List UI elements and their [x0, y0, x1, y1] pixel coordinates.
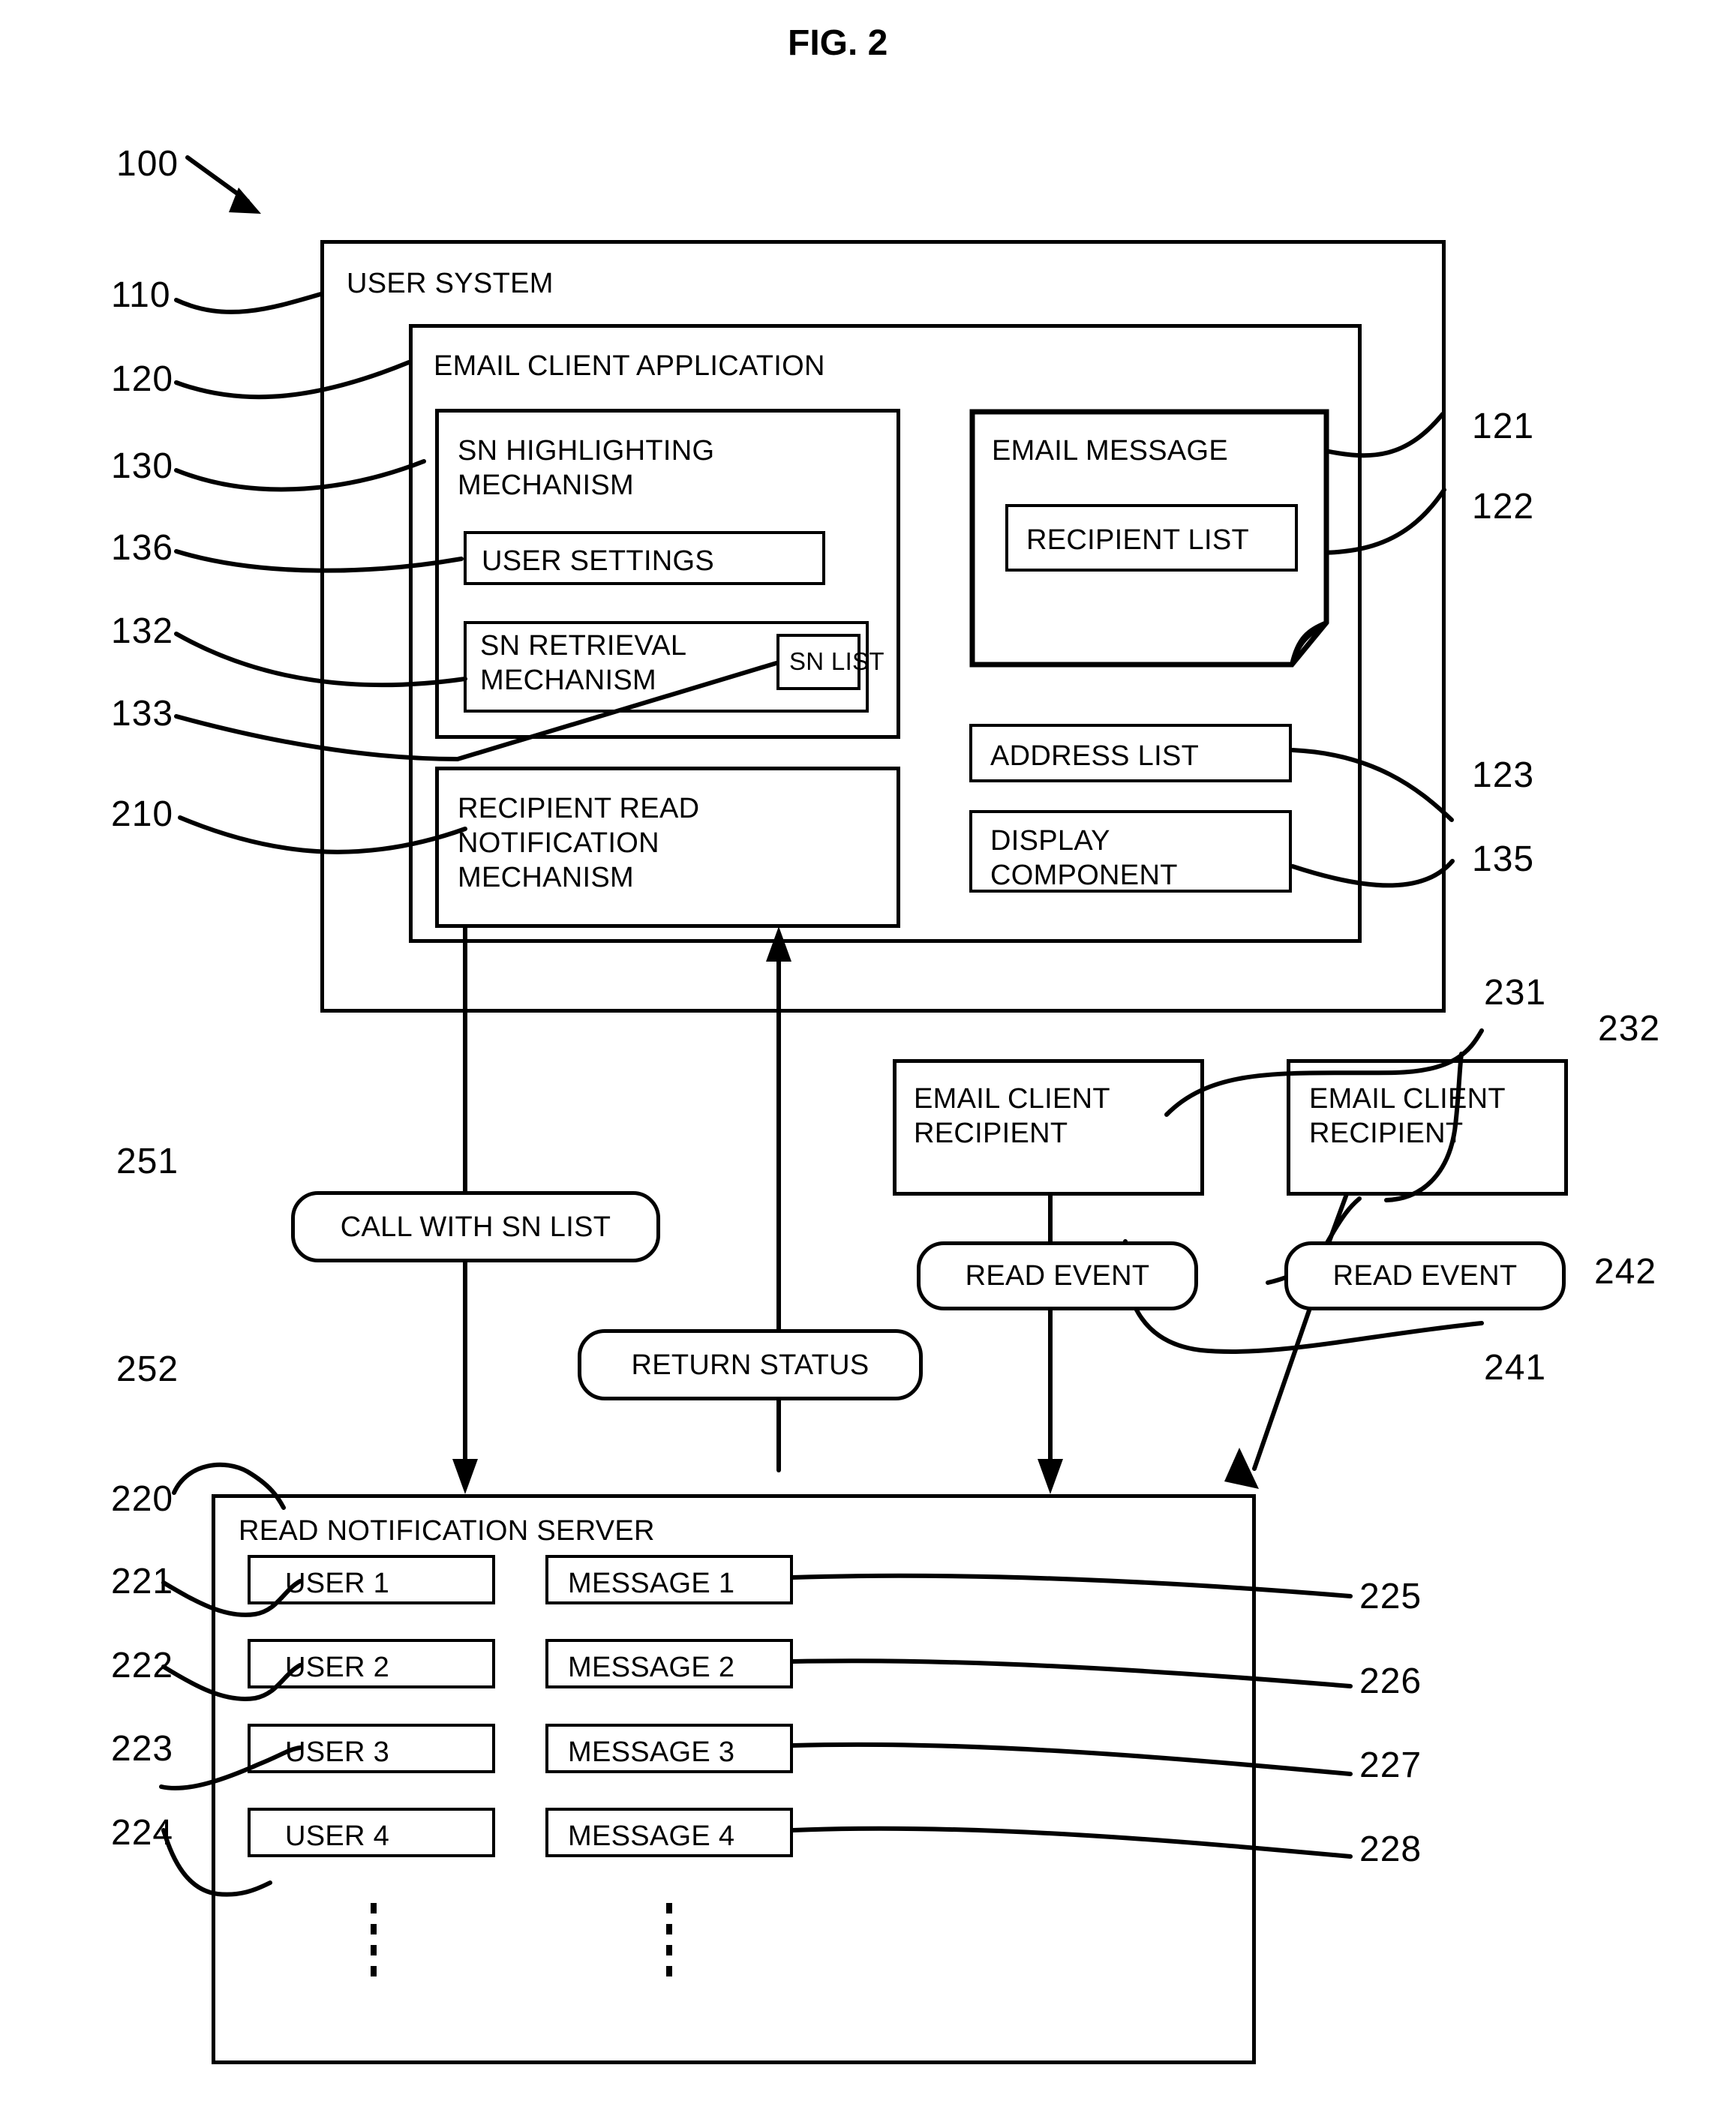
- ref-number-223: 223: [111, 1729, 174, 1769]
- ref-number-123: 123: [1472, 755, 1535, 795]
- email-client-recipient-1-label: EMAIL CLIENT RECIPIENT: [914, 1083, 1110, 1149]
- message-1-label: MESSAGE 1: [568, 1568, 735, 1599]
- email-client-recipient-2-label: EMAIL CLIENT RECIPIENT: [1309, 1083, 1506, 1149]
- read-event-1-box: READ EVENT: [917, 1241, 1198, 1310]
- ref-number-228: 228: [1359, 1829, 1422, 1869]
- read-event-2-box: READ EVENT: [1284, 1241, 1566, 1310]
- ref-number-231: 231: [1484, 973, 1547, 1013]
- ref-number-252: 252: [116, 1349, 179, 1389]
- return-status-label: RETURN STATUS: [631, 1349, 870, 1381]
- call-with-sn-list-box: CALL WITH SN LIST: [291, 1191, 660, 1262]
- ref-number-122: 122: [1472, 487, 1535, 527]
- ref-number-120: 120: [111, 359, 174, 399]
- ref-number-210: 210: [111, 794, 174, 834]
- ref-number-232: 232: [1598, 1009, 1661, 1049]
- read-notification-server-label: READ NOTIFICATION SERVER: [239, 1515, 655, 1547]
- sn-list-label: SN LIST: [789, 647, 885, 675]
- ref-number-121: 121: [1472, 407, 1535, 446]
- display-component-label: DISPLAY COMPONENT: [990, 825, 1178, 891]
- recipient-read-notification-mechanism-label: RECIPIENT READ NOTIFICATION MECHANISM: [458, 793, 700, 893]
- user-system-label: USER SYSTEM: [347, 268, 554, 299]
- email-client-application-label: EMAIL CLIENT APPLICATION: [434, 350, 825, 382]
- patent-figure-page: FIG. 2 100 110 120 130 136 132 133 210 2…: [0, 0, 1736, 2122]
- message-2-label: MESSAGE 2: [568, 1652, 735, 1683]
- read-event-1-label: READ EVENT: [965, 1260, 1150, 1292]
- sn-retrieval-mechanism-label: SN RETRIEVAL MECHANISM: [480, 630, 687, 696]
- address-list-label: ADDRESS LIST: [990, 740, 1200, 772]
- message-4-label: MESSAGE 4: [568, 1820, 735, 1852]
- user-2-label: USER 2: [285, 1652, 390, 1683]
- recipient-list-label: RECIPIENT LIST: [1026, 524, 1250, 556]
- ref-number-130: 130: [111, 446, 174, 486]
- call-with-sn-list-label: CALL WITH SN LIST: [340, 1211, 611, 1243]
- ref-number-227: 227: [1359, 1745, 1422, 1785]
- ref-number-133: 133: [111, 694, 174, 734]
- users-continuation-marker: [371, 1903, 377, 1987]
- user-settings-label: USER SETTINGS: [482, 545, 715, 577]
- ref-number-220: 220: [111, 1479, 174, 1519]
- user-3-label: USER 3: [285, 1736, 390, 1768]
- sn-highlighting-mechanism-label: SN HIGHLIGHTING MECHANISM: [458, 435, 715, 501]
- user-1-label: USER 1: [285, 1568, 390, 1599]
- ref-number-110: 110: [111, 275, 171, 315]
- ref-number-224: 224: [111, 1813, 174, 1853]
- ref-number-225: 225: [1359, 1577, 1422, 1616]
- ref-number-222: 222: [111, 1646, 174, 1685]
- ref-number-226: 226: [1359, 1661, 1422, 1701]
- email-message-label: EMAIL MESSAGE: [992, 435, 1229, 467]
- ref-number-136: 136: [111, 528, 174, 568]
- ref-number-251: 251: [116, 1142, 179, 1181]
- user-4-label: USER 4: [285, 1820, 390, 1852]
- ref-number-132: 132: [111, 611, 174, 651]
- return-status-box: RETURN STATUS: [578, 1329, 923, 1400]
- ref-number-241: 241: [1484, 1348, 1547, 1388]
- read-event-2-label: READ EVENT: [1332, 1260, 1518, 1292]
- message-3-label: MESSAGE 3: [568, 1736, 735, 1768]
- ref-number-135: 135: [1472, 839, 1535, 879]
- messages-continuation-marker: [666, 1903, 672, 1987]
- ref-number-221: 221: [111, 1562, 174, 1601]
- ref-number-242: 242: [1594, 1252, 1657, 1292]
